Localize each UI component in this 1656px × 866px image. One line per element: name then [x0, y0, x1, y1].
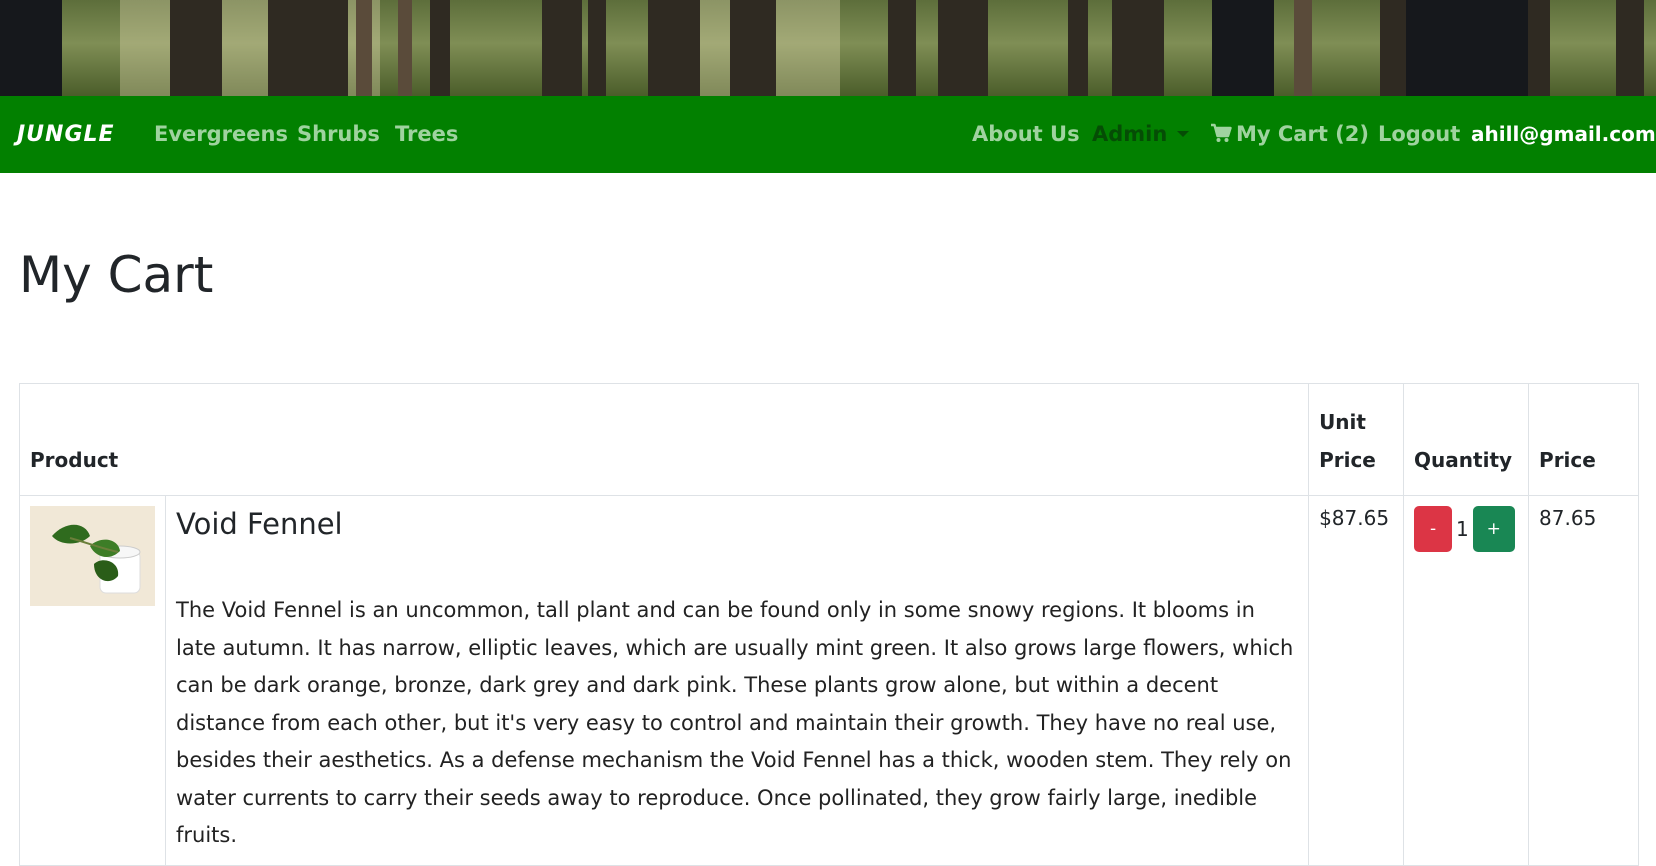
top-navbar: JUNGLE Evergreens Shrubs Trees About Us …	[0, 96, 1656, 173]
table-header-row: Product Unit Price Quantity Price	[18, 383, 1639, 496]
nav-link-evergreens[interactable]: Evergreens	[154, 96, 288, 173]
product-name: Void Fennel	[176, 507, 343, 541]
nav-link-about-us[interactable]: About Us	[972, 96, 1080, 173]
cart-table: Product Unit Price Quantity Price Void F…	[18, 383, 1639, 866]
chevron-down-icon	[1177, 131, 1190, 137]
quantity-value: 1	[1456, 517, 1469, 541]
nav-link-trees[interactable]: Trees	[395, 96, 458, 173]
product-description: The Void Fennel is an uncommon, tall pla…	[176, 598, 1294, 847]
column-header-unit-price: Unit Price	[1308, 383, 1405, 496]
column-header-price: Price	[1528, 383, 1639, 496]
product-image-cell	[19, 495, 166, 866]
column-header-product: Product	[18, 383, 1310, 496]
admin-dropdown[interactable]: Admin	[1092, 96, 1190, 173]
column-header-quantity: Quantity	[1403, 383, 1530, 496]
increase-quantity-button[interactable]: +	[1472, 506, 1515, 552]
user-email: ahill@gmail.com	[1471, 122, 1656, 146]
nav-link-shrubs[interactable]: Shrubs	[297, 96, 380, 173]
nav-link-my-cart[interactable]: My Cart (2)	[1210, 96, 1369, 173]
product-details-cell: Void Fennel The Void Fennel is an uncomm…	[164, 495, 1310, 866]
product-image	[30, 506, 155, 606]
page-title: My Cart	[19, 246, 214, 304]
quantity-stepper: -1 +	[1403, 495, 1530, 866]
brand-logo[interactable]: JUNGLE	[17, 96, 115, 173]
table-row: Void Fennel The Void Fennel is an uncomm…	[19, 495, 1639, 866]
price-cell: 87.65	[1528, 495, 1639, 866]
unit-price-cell: $87.65	[1308, 495, 1405, 866]
nav-link-logout[interactable]: Logout	[1378, 96, 1460, 173]
forest-banner	[0, 0, 1656, 96]
shopping-cart-icon	[1211, 123, 1232, 142]
decrease-quantity-button[interactable]: -	[1414, 506, 1453, 552]
cart-label: My Cart (2)	[1236, 122, 1369, 146]
admin-label: Admin	[1092, 122, 1168, 146]
